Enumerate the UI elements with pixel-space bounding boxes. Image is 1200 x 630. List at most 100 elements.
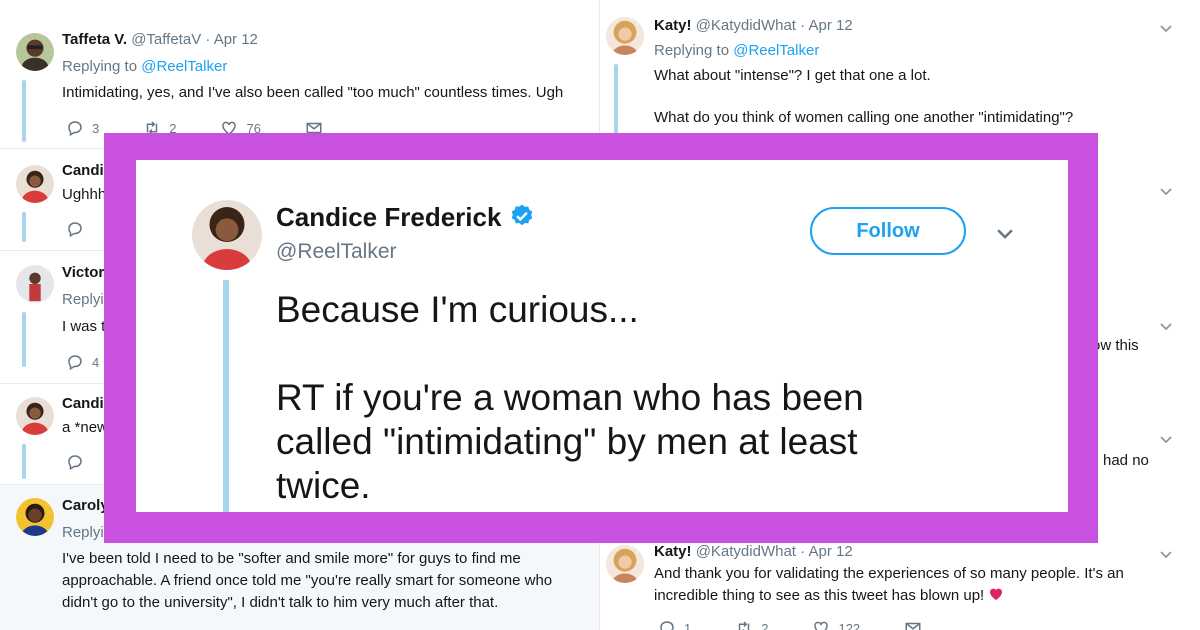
verified-icon <box>512 204 533 226</box>
avatar-candice[interactable] <box>16 165 54 203</box>
tweet-text: Ughhh <box>62 186 107 203</box>
featured-user-handle[interactable]: @ReelTalker <box>276 240 397 264</box>
avatar-carolyn[interactable] <box>16 498 54 536</box>
replying-to-link[interactable]: @ReelTalker <box>141 58 227 75</box>
featured-menu-chevron[interactable] <box>994 222 1016 244</box>
tweet-menu-chevron[interactable] <box>1158 318 1174 334</box>
user-handle[interactable]: @KatydidWhat <box>696 543 796 560</box>
reply-icon <box>68 121 82 137</box>
reply-count: 1 <box>684 620 692 630</box>
dm-button[interactable] <box>904 619 930 630</box>
featured-tweet-text: Because I'm curious... RT if you're a wo… <box>276 288 1036 508</box>
tweet-meta: Candi <box>62 395 104 412</box>
featured-user-name[interactable]: Candice Frederick <box>276 202 535 233</box>
retweet-icon <box>738 621 750 630</box>
reply-button[interactable] <box>66 220 92 238</box>
user-handle[interactable]: @TaffetaV <box>131 31 201 48</box>
user-name[interactable]: Candi <box>62 162 104 179</box>
reply-count: 3 <box>92 120 100 136</box>
reply-button[interactable] <box>66 453 92 471</box>
avatar-katy[interactable] <box>606 545 644 583</box>
featured-line-1: Because I'm curious... <box>276 289 639 330</box>
tweet-text: I was t <box>62 318 106 335</box>
tweet-date[interactable]: · Apr 12 <box>800 17 853 34</box>
tweet-text-line: approachable. A friend once told me "you… <box>62 572 553 589</box>
thread-line <box>223 280 229 512</box>
tweet-text-line: And thank you for validating the experie… <box>654 565 1124 582</box>
follow-button[interactable]: Follow <box>810 207 966 255</box>
chevron-down-icon <box>1160 25 1172 33</box>
replying-to-link[interactable]: @ReelTalker <box>733 42 819 59</box>
retweet-button[interactable]: 2 <box>735 619 768 630</box>
reply-count: 4 <box>92 354 100 370</box>
tweet-meta: Caroly <box>62 497 109 514</box>
user-name[interactable]: Taffeta V. <box>62 31 127 48</box>
like-count: 122 <box>838 620 861 630</box>
thread-line <box>22 444 26 479</box>
reply-button[interactable]: 1 <box>658 619 691 630</box>
replying-to: Replying to @ReelTalker <box>654 42 819 59</box>
replying-to: Replyi <box>62 291 104 308</box>
user-name[interactable]: Candi <box>62 395 104 412</box>
avatar-taffeta[interactable] <box>16 33 54 71</box>
user-name[interactable]: Katy! <box>654 17 692 34</box>
tweet-menu-chevron[interactable] <box>1158 431 1174 447</box>
tweet-text-line: didn't go to the university", I didn't t… <box>62 594 499 611</box>
retweet-count: 2 <box>761 620 769 630</box>
replying-to: Replyi <box>62 524 104 541</box>
reply-button[interactable]: 3 <box>66 119 99 137</box>
dm-icon <box>905 622 921 630</box>
replying-label: Replying to <box>654 42 730 59</box>
tweet-menu-chevron[interactable] <box>1158 546 1174 562</box>
chevron-down-icon <box>1160 436 1172 444</box>
featured-line-3: called "intimidating" by men at least <box>276 421 858 462</box>
avatar-candice[interactable] <box>16 397 54 435</box>
replying-label: Replyi <box>62 524 104 541</box>
avatar-katy[interactable] <box>606 17 644 55</box>
featured-avatar[interactable] <box>192 200 262 270</box>
replying-label: Replyi <box>62 291 104 308</box>
reply-icon <box>660 621 674 630</box>
replying-to: Replying to @ReelTalker <box>62 58 227 75</box>
thread-line <box>614 64 618 134</box>
chevron-down-icon <box>1160 551 1172 559</box>
tweet-meta: Katy! @KatydidWhat · Apr 12 <box>654 543 853 560</box>
heart-emoji-icon <box>990 588 1003 600</box>
tweet-meta: Katy! @KatydidWhat · Apr 12 <box>654 17 853 34</box>
avatar-victor[interactable] <box>16 265 54 303</box>
chevron-down-icon <box>1160 323 1172 331</box>
user-name[interactable]: Victor <box>62 264 104 281</box>
tweet-date[interactable]: · Apr 12 <box>800 543 853 560</box>
thread-line <box>22 212 26 242</box>
tweet-text-line: What do you think of women calling one a… <box>654 109 1074 126</box>
user-name[interactable]: Caroly <box>62 497 109 514</box>
thread-line <box>22 80 26 142</box>
reply-button[interactable]: 4 <box>66 353 99 371</box>
tweet-date[interactable]: · Apr 12 <box>205 31 258 48</box>
tweet-menu-chevron[interactable] <box>1158 20 1174 36</box>
tweet-text-line: I've been told I need to be "softer and … <box>62 550 521 567</box>
like-button[interactable]: 122 <box>812 619 860 630</box>
tweet-meta: Candi <box>62 162 104 179</box>
tweet-text: I've been told I need to be "softer and … <box>62 548 599 614</box>
chevron-down-icon <box>997 229 1013 239</box>
thread-line <box>22 312 26 367</box>
tweet-text: a *new <box>62 419 108 436</box>
reply-icon <box>68 222 82 238</box>
featured-name-text[interactable]: Candice Frederick <box>276 202 501 232</box>
featured-tweet-card: Candice Frederick @ReelTalker Follow Bec… <box>136 160 1068 512</box>
featured-tweet-frame: Candice Frederick @ReelTalker Follow Bec… <box>104 133 1098 543</box>
chevron-down-icon <box>1160 188 1172 196</box>
tweet-meta: Taffeta V. @TaffetaV · Apr 12 <box>62 31 258 48</box>
featured-line-2: RT if you're a woman who has been <box>276 377 864 418</box>
tweet-actions: 1 2 122 <box>658 619 974 630</box>
tweet-text-fragment: had no <box>1103 452 1149 469</box>
user-handle[interactable]: @KatydidWhat <box>696 17 796 34</box>
tweet-text-line: What about "intense"? I get that one a l… <box>654 67 931 84</box>
user-name[interactable]: Katy! <box>654 543 692 560</box>
tweet-text-fragment: ow this <box>1092 337 1139 354</box>
reply-icon <box>68 455 82 471</box>
tweet-text: Intimidating, yes, and I've also been ca… <box>62 84 564 101</box>
tweet-menu-chevron[interactable] <box>1158 183 1174 199</box>
